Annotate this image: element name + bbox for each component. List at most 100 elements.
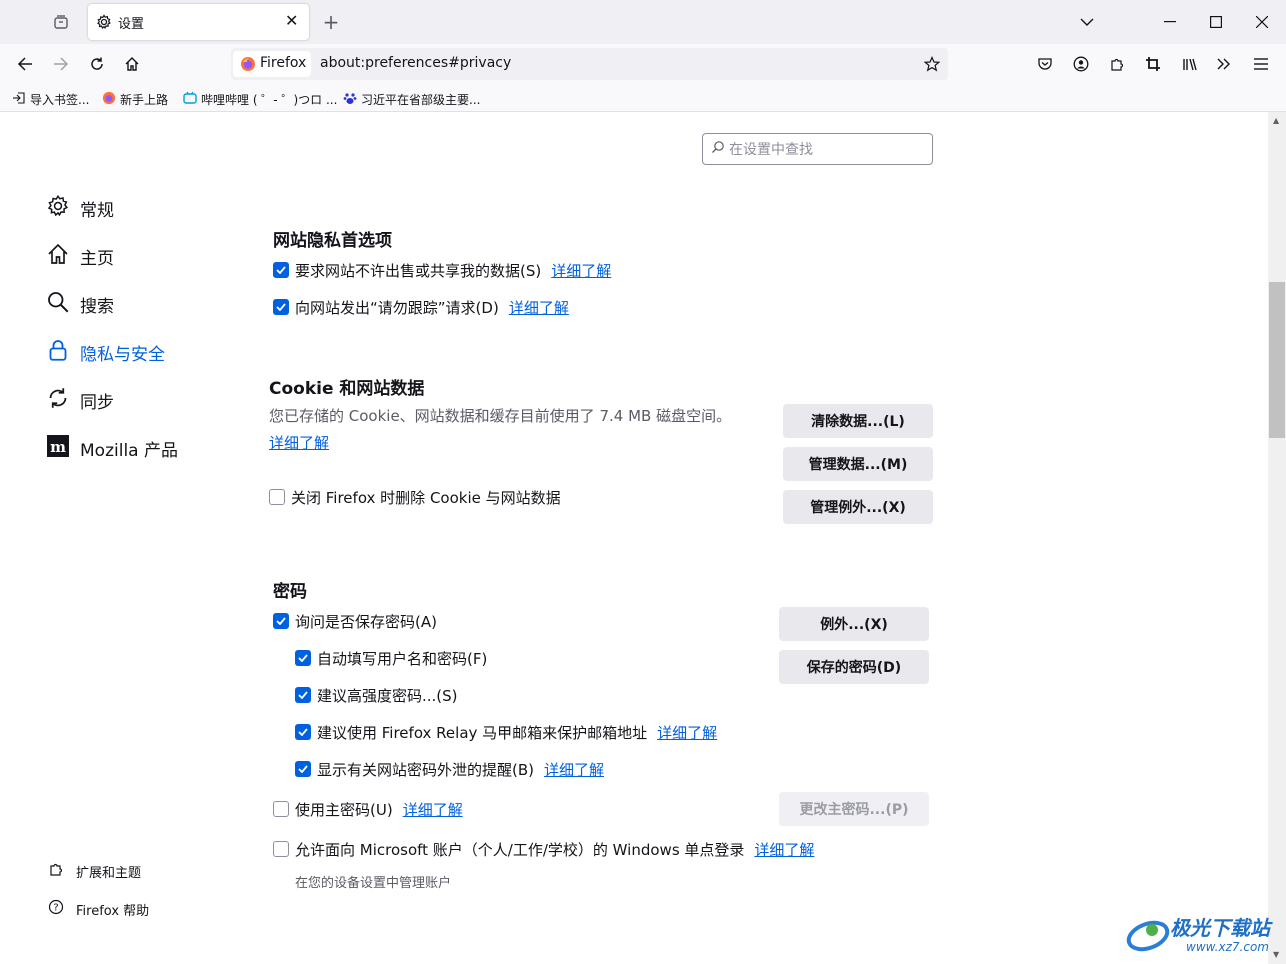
breach-alerts-option[interactable]: 显示有关网站密码外泄的提醒(B) 详细了解 (295, 758, 604, 780)
scrollbar[interactable]: ▲ ▼ (1268, 112, 1286, 964)
overflow-icon[interactable] (1210, 50, 1238, 78)
password-exceptions-button[interactable]: 例外...(X) (779, 607, 929, 641)
sidebar-item-label: Mozilla 产品 (80, 440, 178, 461)
maximize-icon[interactable] (1202, 8, 1230, 36)
close-window-icon[interactable] (1248, 8, 1276, 36)
bookmark-import[interactable]: 导入书签... (12, 90, 89, 108)
firefox-icon (240, 56, 256, 76)
list-tabs-icon[interactable] (1073, 8, 1101, 36)
section-title-privacy-prefs: 网站隐私首选项 (273, 231, 392, 251)
learn-more-link[interactable]: 详细了解 (754, 839, 814, 860)
sidebar-item-mozilla[interactable]: m Mozilla 产品 (46, 433, 178, 463)
sidebar-addons[interactable]: 扩展和主题 (48, 860, 141, 882)
screenshot-icon[interactable] (1139, 50, 1167, 78)
new-tab-icon[interactable]: + (317, 8, 345, 36)
preferences-content (0, 112, 1268, 964)
sidebar-footer-label: 扩展和主题 (76, 865, 142, 881)
reload-icon[interactable] (83, 50, 111, 78)
sidebar-help[interactable]: ? Firefox 帮助 (48, 898, 149, 920)
checkbox-unchecked-icon[interactable] (269, 489, 285, 505)
gear-icon (46, 194, 70, 223)
cookie-learn-more-row: 详细了解 (269, 431, 329, 453)
option-label: 自动填写用户名和密码(F) (317, 649, 488, 668)
bookmark-news[interactable]: 习近平在省部级主要... (343, 90, 480, 108)
change-primary-password-button[interactable]: 更改主密码...(P) (779, 792, 929, 826)
sidebar-item-label: 同步 (80, 392, 114, 413)
forward-icon[interactable] (47, 50, 75, 78)
sidebar-item-general[interactable]: 常规 (46, 193, 114, 223)
autofill-option[interactable]: 自动填写用户名和密码(F) (295, 647, 487, 669)
sidebar-item-sync[interactable]: 同步 (46, 385, 114, 415)
windows-sso-option[interactable]: 允许面向 Microsoft 账户（个人/工作/学校）的 Windows 单点登… (273, 838, 814, 860)
checkbox-checked-icon[interactable] (295, 761, 311, 777)
cookie-usage-text: 您已存储的 Cookie、网站数据和缓存目前使用了 7.4 MB 磁盘空间。 (269, 407, 732, 425)
mozilla-icon: m (46, 434, 70, 463)
url-text[interactable]: about:preferences#privacy (320, 55, 511, 71)
firefox-icon (102, 91, 116, 108)
bookmark-getting-started[interactable]: 新手上路 (102, 90, 168, 108)
gear-icon (96, 14, 112, 34)
pocket-icon[interactable] (1031, 50, 1059, 78)
learn-more-link[interactable]: 详细了解 (657, 722, 717, 743)
tab-overview-icon[interactable] (47, 8, 75, 36)
tab-settings[interactable]: 设置 ✕ (88, 4, 309, 40)
menu-icon[interactable] (1247, 50, 1275, 78)
clear-data-button[interactable]: 清除数据...(L) (783, 404, 933, 438)
learn-more-link[interactable]: 详细了解 (509, 297, 569, 318)
sidebar-item-label: 隐私与安全 (80, 344, 165, 365)
option-label: 关闭 Firefox 时删除 Cookie 与网站数据 (291, 488, 561, 507)
learn-more-link[interactable]: 详细了解 (403, 799, 463, 820)
saved-passwords-button[interactable]: 保存的密码(D) (779, 650, 929, 684)
option-label: 使用主密码(U) (295, 800, 393, 819)
checkbox-checked-icon[interactable] (295, 724, 311, 740)
manage-exceptions-button[interactable]: 管理例外...(X) (783, 490, 933, 524)
checkbox-checked-icon[interactable] (273, 262, 289, 278)
checkbox-checked-icon[interactable] (295, 650, 311, 666)
delete-on-close-option[interactable]: 关闭 Firefox 时删除 Cookie 与网站数据 (269, 486, 561, 508)
primary-password-option[interactable]: 使用主密码(U) 详细了解 (273, 798, 463, 820)
close-tab-icon[interactable]: ✕ (285, 11, 298, 30)
library-icon[interactable] (1175, 50, 1203, 78)
extensions-icon[interactable] (1103, 50, 1131, 78)
firefox-relay-option[interactable]: 建议使用 Firefox Relay 马甲邮箱来保护邮箱地址 详细了解 (295, 721, 717, 743)
home-icon[interactable] (118, 50, 146, 78)
baidu-icon (343, 91, 357, 108)
dnt-option[interactable]: 向网站发出“请勿跟踪”请求(D) 详细了解 (273, 296, 569, 318)
watermark-url: www.xz7.com (1186, 940, 1269, 954)
learn-more-link[interactable]: 详细了解 (269, 432, 329, 453)
minimize-icon[interactable] (1156, 8, 1184, 36)
identity-box[interactable]: Firefox (233, 51, 311, 77)
back-icon[interactable] (11, 50, 39, 78)
learn-more-link[interactable]: 详细了解 (551, 260, 611, 281)
bookmark-label: 新手上路 (120, 92, 169, 107)
option-label: 要求网站不许出售或共享我的数据(S) (295, 261, 542, 280)
checkbox-unchecked-icon[interactable] (273, 841, 289, 857)
gpc-option[interactable]: 要求网站不许出售或共享我的数据(S) 详细了解 (273, 259, 611, 281)
learn-more-link[interactable]: 详细了解 (544, 759, 604, 780)
lock-icon (46, 338, 70, 367)
section-title-cookies: Cookie 和网站数据 (269, 379, 425, 399)
checkbox-unchecked-icon[interactable] (273, 801, 289, 817)
scroll-up-icon[interactable]: ▲ (1273, 116, 1279, 125)
sidebar-item-search[interactable]: 搜索 (46, 289, 114, 319)
star-icon[interactable] (918, 50, 946, 78)
scrollbar-thumb[interactable] (1269, 282, 1285, 438)
section-title-passwords: 密码 (273, 582, 307, 602)
sidebar-footer-label: Firefox 帮助 (76, 903, 150, 919)
bookmark-bilibili[interactable]: 哔哩哔哩 ( ゜- ゜)つロ ... (183, 90, 337, 108)
checkbox-checked-icon[interactable] (295, 687, 311, 703)
account-icon[interactable] (1067, 50, 1095, 78)
ask-save-password-option[interactable]: 询问是否保存密码(A) (273, 610, 437, 632)
help-icon: ? (48, 899, 64, 919)
sidebar-item-label: 主页 (80, 248, 114, 269)
sidebar-item-home[interactable]: 主页 (46, 241, 114, 271)
suggest-strong-password-option[interactable]: 建议高强度密码...(S) (295, 684, 458, 706)
identity-label: Firefox (260, 55, 307, 71)
option-label: 建议使用 Firefox Relay 马甲邮箱来保护邮箱地址 (317, 723, 648, 742)
sidebar-item-privacy[interactable]: 隐私与安全 (46, 337, 165, 367)
manage-data-button[interactable]: 管理数据...(M) (783, 447, 933, 481)
settings-search-input[interactable]: 在设置中查找 (702, 133, 933, 165)
checkbox-checked-icon[interactable] (273, 613, 289, 629)
checkbox-checked-icon[interactable] (273, 299, 289, 315)
bookmark-label: 习近平在省部级主要... (361, 92, 481, 107)
